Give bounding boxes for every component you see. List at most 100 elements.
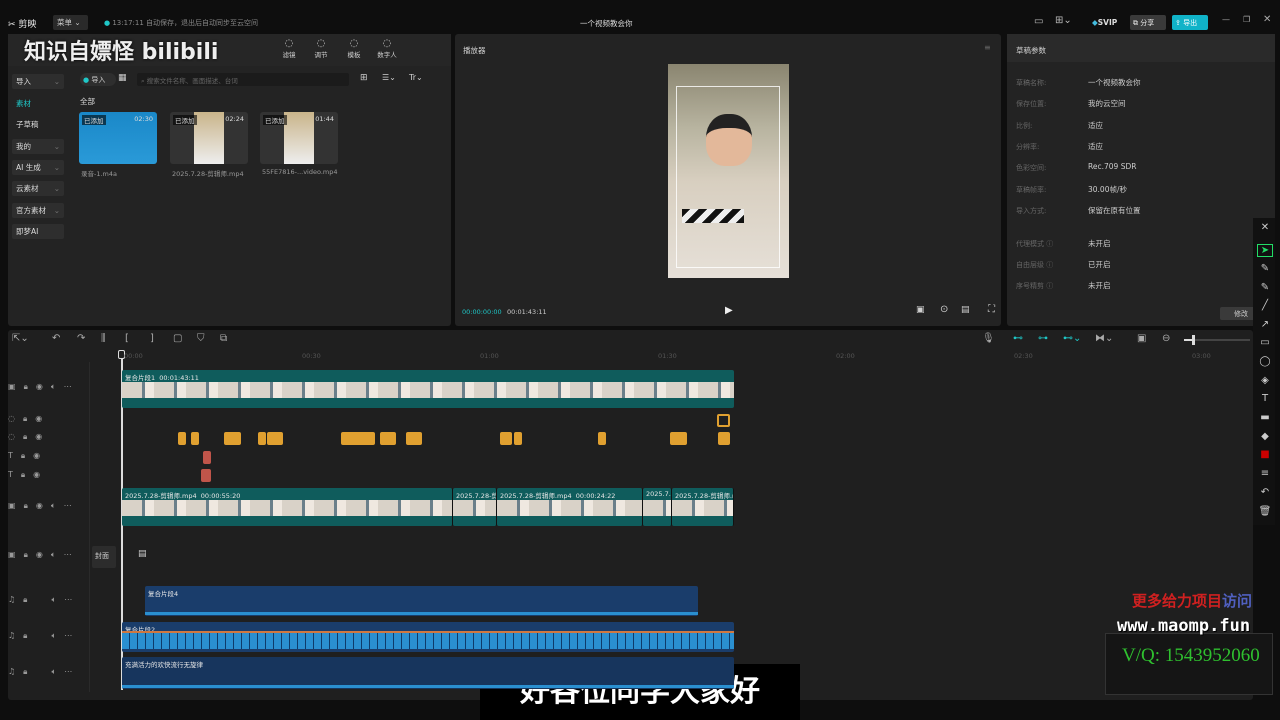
compare-icon[interactable]: ▤ [961,305,970,315]
sticker-clip[interactable] [178,432,186,445]
video-clip[interactable]: 2025.7.28-剪辑师.m [672,488,734,526]
qr-icon[interactable]: ▦ [118,73,127,83]
audio-clip[interactable]: 复合片段4 [145,586,698,616]
undo-icon[interactable]: ↶ [1257,487,1273,498]
volume-icon[interactable]: 🔈︎ [51,595,56,607]
undo-icon[interactable]: ↶ [52,333,60,344]
sidebar-item[interactable]: 即梦AI [12,224,64,239]
sticker-clip[interactable] [380,432,396,445]
lock-icon[interactable]: 🔒︎ [21,470,25,482]
sticker-clip[interactable] [406,432,422,445]
arrow-icon[interactable]: ↗ [1257,319,1273,330]
lock-icon[interactable]: 🔒︎ [21,451,25,463]
import-button[interactable]: ● 导入 [80,73,116,86]
eye-icon[interactable]: ◉ [36,382,43,394]
filter-type-icon[interactable]: Tr⌄ [409,73,423,82]
split-icon[interactable]: ⫼ [101,333,106,344]
volume-icon[interactable]: 🔈︎ [51,631,56,643]
zoom-out-icon[interactable]: ⊖ [1162,333,1170,344]
ellipse-icon[interactable]: ◯ [1257,356,1273,367]
more-icon[interactable]: ⋯ [64,667,72,679]
fullscreen-icon[interactable]: ⛶ [988,304,995,315]
sidebar-item[interactable]: 云素材 ⌄ [12,181,64,196]
ratio-icon[interactable]: ▣ [916,305,925,315]
volume-icon[interactable]: 🔈︎ [51,382,56,394]
eye-icon[interactable]: ◉ [35,414,42,426]
text-clip[interactable] [201,469,211,482]
line-icon[interactable]: ╱ [1257,300,1273,311]
more-icon[interactable]: ⋯ [64,501,72,513]
split-right-icon[interactable]: ] [150,333,154,344]
rectangle-icon[interactable]: ▭ [1257,337,1273,348]
redo-icon[interactable]: ↷ [77,333,85,344]
lock-icon[interactable]: 🔒︎ [23,667,27,679]
eye-icon[interactable]: ◉ [33,470,40,482]
lock-icon[interactable]: 🔒︎ [23,631,27,643]
delete-icon[interactable]: ▢ [173,333,182,344]
sort-icon[interactable]: ☰⌄ [382,73,396,82]
media-tab-3[interactable]: ◌ 数字人 [373,38,401,59]
lock-icon[interactable]: 🔒︎ [24,382,28,394]
media-item[interactable]: 已添加 01:44 [260,112,338,164]
marker-icon[interactable]: ⛉ [197,333,205,344]
export-button[interactable]: ⇪ 导出 [1172,15,1208,30]
lock-icon[interactable]: 🔒︎ [24,501,28,513]
more-icon[interactable]: ⋯ [64,382,72,394]
text-icon[interactable]: T [1257,393,1273,404]
more-icon[interactable]: ⋯ [64,631,72,643]
video-preview[interactable] [668,64,789,278]
mic-icon[interactable]: 🎙 [982,333,995,344]
sidebar-item[interactable]: AI 生成 ⌄ [12,160,64,175]
video-clip[interactable]: 2025.7. [643,488,672,526]
split-left-icon[interactable]: [ [125,333,129,344]
zoom-preview-icon[interactable]: ⊙ [940,304,948,315]
end-marker-clip[interactable] [717,414,730,427]
sticker-clip[interactable] [670,432,687,445]
sticker-clip[interactable] [598,432,606,445]
more-icon[interactable]: ⋯ [64,595,72,607]
sticker-clip[interactable] [718,432,730,445]
sticker-clip[interactable] [341,432,375,445]
select-icon[interactable]: ➤ [1257,244,1273,257]
snap-icon[interactable]: ⊷ [1013,333,1023,344]
volume-icon[interactable]: 🔈︎ [51,550,56,562]
sidebar-item[interactable]: 官方素材 ⌄ [12,203,64,218]
eraser-icon[interactable]: ◆ [1257,431,1273,442]
play-button[interactable]: ▶ [725,305,733,316]
link-icon[interactable]: ⊶ [1038,333,1048,344]
pen-icon[interactable]: ✎ [1257,263,1273,274]
main-clip[interactable]: 复合片段1 00:01:43:11 [122,370,734,408]
trash-icon[interactable]: 🗑 [1257,506,1273,517]
sticker-clip[interactable] [191,432,199,445]
lock-icon[interactable]: 🔒︎ [23,432,27,444]
grid-view-icon[interactable]: ⊞ [360,73,368,83]
sidebar-item[interactable]: 导入 ⌄ [12,74,64,89]
video-clip[interactable]: 2025.7.28-剪辑师.mp4 00:00:55:20 [122,488,453,526]
sidebar-item[interactable]: 我的 ⌄ [12,139,64,154]
close-icon[interactable]: ✕ [1257,222,1273,233]
close-button[interactable]: ✕ [1263,14,1271,25]
eye-icon[interactable]: ◉ [33,451,40,463]
menu-button[interactable]: 菜单 ⌄ [53,15,88,30]
media-tab-2[interactable]: ◌ 模板 [340,38,368,59]
freeze-icon[interactable]: ⧉ [220,333,227,344]
note-icon[interactable]: ▬ [1257,412,1273,423]
search-input[interactable]: ⌕ 搜索文件名称、画面描述、台词 [137,73,349,86]
minimize-button[interactable]: — [1222,15,1230,24]
lock-icon[interactable]: 🔒︎ [23,414,27,426]
filter-all[interactable]: 全部 [80,96,95,107]
zoom-slider-handle[interactable] [1192,335,1195,345]
video-clip[interactable]: 2025.7.28-剪辑师.mp4 00:00:24:22 [497,488,643,526]
layout-icon[interactable]: ▭ [1034,16,1043,27]
media-tab-1[interactable]: ◌ 调节 [307,38,335,59]
stroke-width-icon[interactable]: ≡ [1257,468,1273,479]
audio-clip[interactable]: 复合片段2 [122,622,734,652]
audio-clip[interactable]: 充满活力的欢快流行无旋律 [122,657,734,689]
sidebar-item[interactable]: 子草稿 [12,117,64,132]
sticker-clip[interactable] [224,432,241,445]
lock-icon[interactable]: 🔒︎ [24,550,28,562]
sticker-clip[interactable] [514,432,522,445]
eye-icon[interactable]: ◉ [36,501,43,513]
eye-icon[interactable]: ◉ [35,432,42,444]
zoom-slider[interactable] [1184,335,1250,345]
